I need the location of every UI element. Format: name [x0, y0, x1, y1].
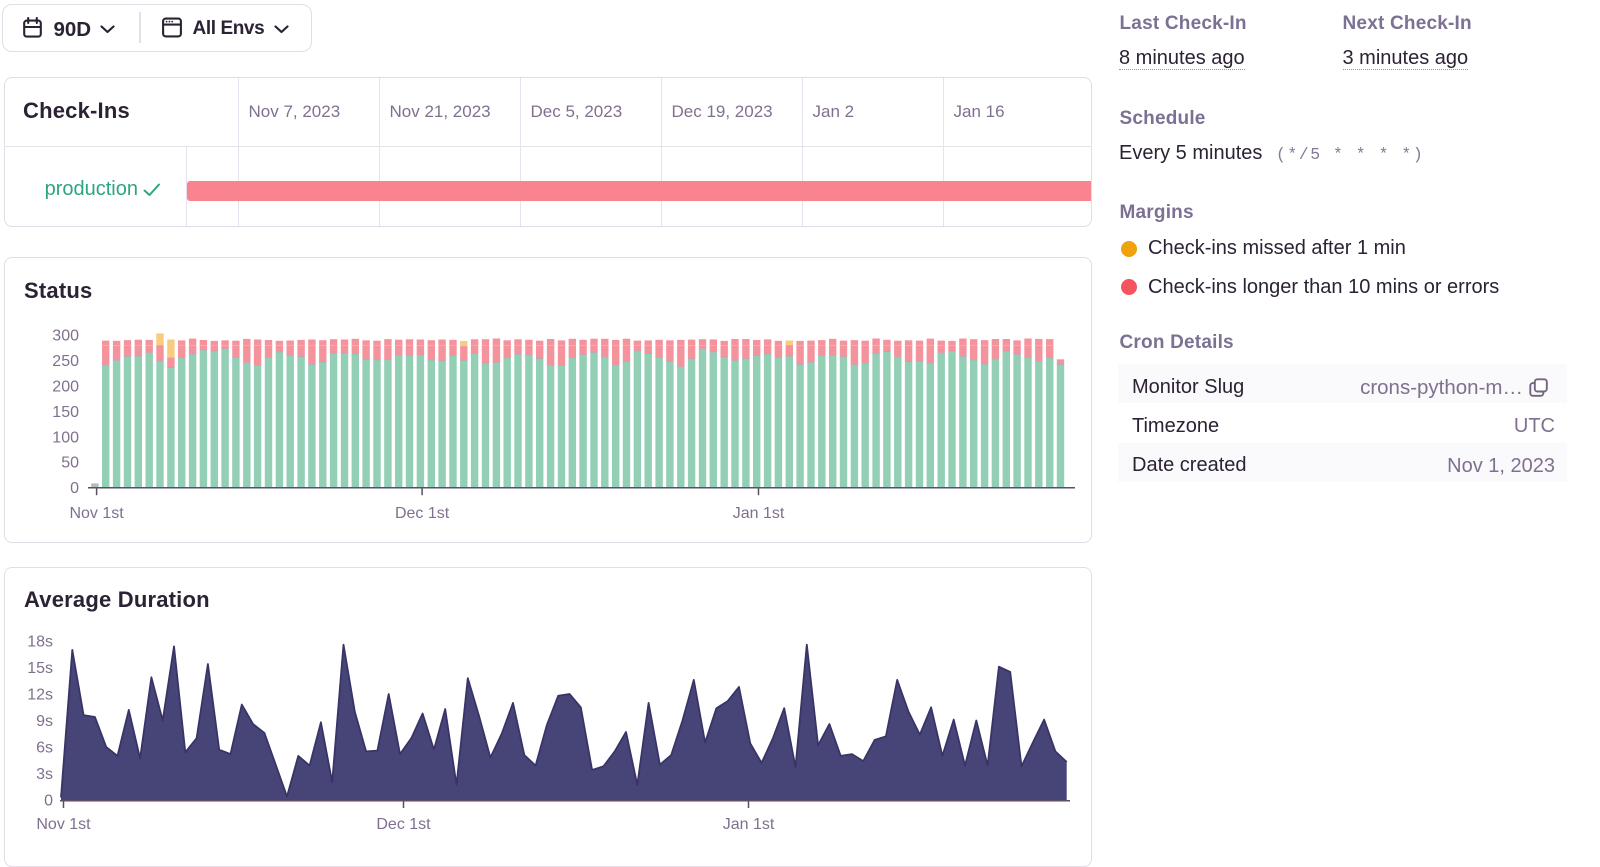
svg-text:100: 100: [52, 429, 79, 446]
svg-text:Dec 1st: Dec 1st: [376, 816, 431, 833]
svg-text:12s: 12s: [27, 687, 53, 704]
svg-text:Jan 1st: Jan 1st: [733, 505, 785, 522]
svg-text:0: 0: [44, 793, 53, 810]
svg-text:9s: 9s: [36, 713, 53, 730]
svg-text:300: 300: [52, 327, 79, 344]
svg-text:250: 250: [52, 353, 79, 370]
svg-text:Jan 1st: Jan 1st: [723, 816, 775, 833]
svg-text:3s: 3s: [36, 766, 53, 783]
svg-text:Dec 1st: Dec 1st: [395, 505, 450, 522]
svg-text:Nov 1st: Nov 1st: [69, 505, 124, 522]
svg-text:18s: 18s: [27, 634, 53, 651]
svg-text:6s: 6s: [36, 740, 53, 757]
svg-text:200: 200: [52, 378, 79, 395]
svg-text:15s: 15s: [27, 660, 53, 677]
svg-text:0: 0: [70, 480, 79, 497]
svg-text:50: 50: [61, 455, 79, 472]
svg-text:150: 150: [52, 404, 79, 421]
svg-text:Nov 1st: Nov 1st: [36, 816, 91, 833]
